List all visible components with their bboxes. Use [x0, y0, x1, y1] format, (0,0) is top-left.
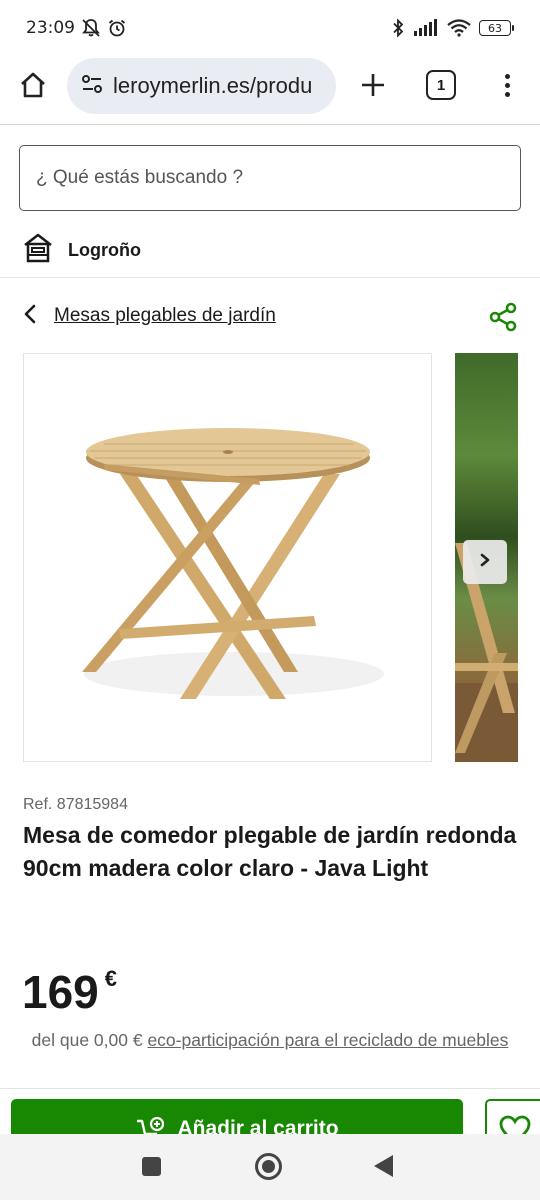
search-box[interactable]	[19, 145, 521, 211]
notifications-off-icon	[81, 18, 101, 38]
breadcrumb[interactable]: Mesas plegables de jardín	[22, 300, 276, 332]
alarm-icon	[107, 18, 127, 38]
chevron-left-icon[interactable]	[22, 303, 38, 329]
back-button[interactable]	[374, 1155, 393, 1177]
battery-icon: 63	[479, 20, 514, 36]
status-time: 23:09	[26, 18, 75, 38]
product-image[interactable]	[23, 353, 432, 762]
price-integer: 169	[22, 966, 99, 1018]
wifi-icon	[447, 19, 471, 37]
store-name: Logroño	[68, 239, 141, 260]
product-title: Mesa de comedor plegable de jardín redon…	[23, 822, 517, 881]
share-icon[interactable]	[488, 302, 518, 332]
tab-count: 1	[436, 76, 446, 94]
divider	[0, 277, 540, 278]
bluetooth-icon	[391, 18, 405, 38]
store-selector[interactable]: Logroño	[22, 232, 141, 268]
more-vert-icon[interactable]	[494, 68, 520, 102]
status-bar: 23:09 63	[0, 0, 540, 56]
recents-button[interactable]	[142, 1157, 161, 1176]
home-button[interactable]	[255, 1153, 282, 1180]
chevron-right-icon	[478, 552, 492, 572]
product-ref: Ref. 87815984	[23, 796, 128, 813]
eco-participation-link[interactable]: eco-participación para el reciclado de m…	[147, 1030, 508, 1050]
battery-level: 63	[479, 20, 511, 36]
home-icon[interactable]	[16, 68, 50, 102]
product-price: 169 €	[22, 962, 117, 1022]
url-text: leroymerlin.es/produ	[113, 73, 313, 98]
search-input[interactable]	[36, 167, 520, 189]
store-icon	[22, 233, 54, 267]
divider	[0, 124, 540, 125]
signal-icon	[413, 19, 439, 37]
url-bar[interactable]: leroymerlin.es/produ	[67, 58, 336, 114]
eco-prefix: del que 0,00 €	[31, 1030, 148, 1050]
browser-toolbar: leroymerlin.es/produ 1	[0, 56, 540, 124]
round-folding-wooden-table	[82, 428, 384, 699]
site-settings-icon[interactable]	[81, 73, 103, 99]
price-currency: €	[104, 966, 117, 991]
plus-icon[interactable]	[356, 68, 390, 102]
breadcrumb-link[interactable]: Mesas plegables de jardín	[54, 305, 276, 327]
eco-participation: del que 0,00 € eco-participación para el…	[30, 1028, 510, 1052]
divider	[0, 1088, 540, 1089]
next-image-button[interactable]	[463, 540, 507, 584]
tabs-icon[interactable]: 1	[426, 70, 456, 100]
